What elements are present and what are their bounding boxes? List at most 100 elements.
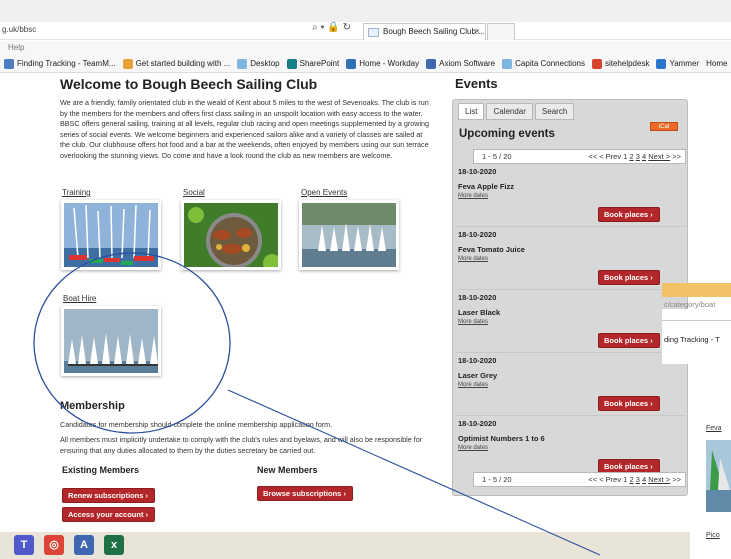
- pager-last[interactable]: >>: [672, 152, 681, 161]
- favorite-item[interactable]: sitehelpdesk: [591, 58, 649, 69]
- overlay-divider: [662, 320, 731, 321]
- sharepoint-icon: [286, 58, 297, 69]
- event-date: 18-10-2020: [458, 293, 497, 302]
- favorite-item[interactable]: Home: [706, 59, 727, 68]
- category-link-training[interactable]: Training: [62, 188, 91, 197]
- excel-icon[interactable]: x: [104, 535, 124, 555]
- browse-subscriptions-button[interactable]: Browse subscriptions ›: [257, 486, 353, 501]
- page-icon: [368, 28, 379, 37]
- favorites-bar: Finding Tracking - TeamM... Get started b…: [0, 55, 731, 73]
- open-events-photo[interactable]: [299, 200, 399, 270]
- tab-list[interactable]: List: [458, 103, 485, 120]
- existing-members-heading: Existing Members: [62, 465, 140, 475]
- category-link-open-events[interactable]: Open Events: [301, 188, 347, 197]
- pager-next[interactable]: Next >: [648, 475, 670, 484]
- book-places-button[interactable]: Book places ›: [598, 396, 660, 411]
- menu-help[interactable]: Help: [8, 43, 24, 52]
- favorite-label: SharePoint: [299, 59, 340, 68]
- tab-close-icon[interactable]: ×: [475, 26, 480, 36]
- chevron-right-icon: ›: [650, 210, 653, 219]
- favorite-item[interactable]: Axiom Software: [426, 58, 495, 69]
- pager-page-3[interactable]: 3: [636, 152, 640, 161]
- favorite-label: Home - Workday: [359, 59, 420, 68]
- book-places-button[interactable]: Book places ›: [598, 207, 660, 222]
- event-name[interactable]: Laser Grey: [458, 371, 497, 380]
- favorite-item[interactable]: Capita Connections: [502, 58, 585, 69]
- event-more-dates-link[interactable]: More dates: [458, 319, 488, 325]
- new-tab-button[interactable]: [487, 23, 515, 40]
- favorite-item[interactable]: Yammer: [656, 58, 700, 69]
- chevron-right-icon: ›: [145, 491, 149, 500]
- tab-search[interactable]: Search: [534, 103, 575, 120]
- favorite-label: Finding Tracking - TeamM...: [17, 59, 116, 68]
- intro-line: by the members for the members and offer…: [60, 108, 423, 118]
- event-name[interactable]: Optimist Numbers 1 to 6: [458, 434, 545, 443]
- overlay-url[interactable]: c/category/boat: [664, 300, 715, 309]
- boat-hire-photo[interactable]: [61, 306, 161, 376]
- event-more-dates-link[interactable]: More dates: [458, 382, 488, 388]
- book-places-label: Book places: [604, 273, 649, 282]
- event-more-dates-link[interactable]: More dates: [458, 445, 488, 451]
- book-places-label: Book places: [604, 336, 649, 345]
- address-actions-icon[interactable]: ⌕ ▾ 🔒 ↻: [312, 22, 351, 33]
- access-account-button[interactable]: Access your account ›: [62, 507, 156, 522]
- category-link-social[interactable]: Social: [183, 188, 205, 197]
- address-url[interactable]: g.uk/bbsc: [2, 25, 36, 34]
- page-title: Welcome to Bough Beech Sailing Club: [60, 76, 318, 92]
- ical-button[interactable]: iCal: [650, 122, 678, 131]
- feva-link[interactable]: Feva: [706, 425, 722, 432]
- pager-prev[interactable]: << < Prev 1: [588, 152, 629, 161]
- intro-line: overlooking the stunning views. Do come …: [60, 150, 393, 160]
- overlay-favorite[interactable]: ding Tracking - T: [664, 335, 720, 344]
- renew-subscriptions-label: Renew subscriptions: [68, 491, 144, 500]
- favorite-item[interactable]: Desktop: [237, 58, 280, 69]
- book-places-button[interactable]: Book places ›: [598, 270, 660, 285]
- favorite-item[interactable]: SharePoint: [286, 58, 340, 69]
- favorite-item[interactable]: Get started building with ...: [122, 58, 230, 69]
- events-tabs: List Calendar Search: [458, 103, 576, 120]
- training-photo[interactable]: [61, 200, 161, 270]
- pager-page-2[interactable]: 2: [629, 152, 633, 161]
- pager-page-2[interactable]: 2: [629, 475, 633, 484]
- pager-last[interactable]: >>: [672, 475, 681, 484]
- membership-text-3: ensuring that any duties allocated to th…: [60, 446, 316, 455]
- renew-subscriptions-button[interactable]: Renew subscriptions ›: [62, 488, 156, 503]
- event-separator: [456, 415, 686, 416]
- teams-icon[interactable]: T: [14, 535, 34, 555]
- event-name[interactable]: Laser Black: [458, 308, 500, 317]
- event-more-dates-link[interactable]: More dates: [458, 256, 488, 262]
- event-name[interactable]: Feva Apple Fizz: [458, 182, 514, 191]
- event-date: 18-10-2020: [458, 230, 497, 239]
- favorite-label: Yammer: [669, 59, 700, 68]
- favorite-item[interactable]: Home - Workday: [346, 58, 420, 69]
- favorite-label: Capita Connections: [515, 59, 585, 68]
- upcoming-events-heading: Upcoming events: [459, 128, 555, 140]
- helpdesk-icon: [591, 58, 602, 69]
- book-places-button[interactable]: Book places ›: [598, 333, 660, 348]
- axiom-app-icon[interactable]: A: [74, 535, 94, 555]
- yammer-icon: [656, 58, 667, 69]
- pager-page-3[interactable]: 3: [636, 475, 640, 484]
- pager-next[interactable]: Next >: [648, 152, 670, 161]
- book-places-label: Book places: [604, 399, 649, 408]
- new-members-heading: New Members: [257, 465, 318, 475]
- axiom-icon: [426, 58, 437, 69]
- pager-page-4[interactable]: 4: [642, 152, 646, 161]
- pager-page-4[interactable]: 4: [642, 475, 646, 484]
- pico-link[interactable]: Pico: [706, 532, 720, 539]
- pager-prev[interactable]: << < Prev 1: [588, 475, 629, 484]
- feva-photo[interactable]: [706, 440, 731, 512]
- tab-bough-beech[interactable]: Bough Beech Sailing Club:... ×: [363, 23, 486, 40]
- event-more-dates-link[interactable]: More dates: [458, 193, 488, 199]
- pager-range: 1 - 5 / 20: [482, 475, 512, 484]
- intro-line: series of social events. We welcome begi…: [60, 129, 423, 139]
- category-link-boat-hire[interactable]: Boat Hire: [63, 294, 96, 303]
- chevron-right-icon: ›: [145, 510, 149, 519]
- tab-calendar[interactable]: Calendar: [486, 103, 533, 120]
- event-name[interactable]: Feva Tomato Juice: [458, 245, 525, 254]
- social-photo[interactable]: [181, 200, 281, 270]
- favorite-item[interactable]: Finding Tracking - TeamM...: [4, 58, 116, 69]
- window-top-strip: [0, 0, 731, 22]
- chrome-icon[interactable]: ◎: [44, 535, 64, 555]
- access-account-label: Access your account: [68, 510, 144, 519]
